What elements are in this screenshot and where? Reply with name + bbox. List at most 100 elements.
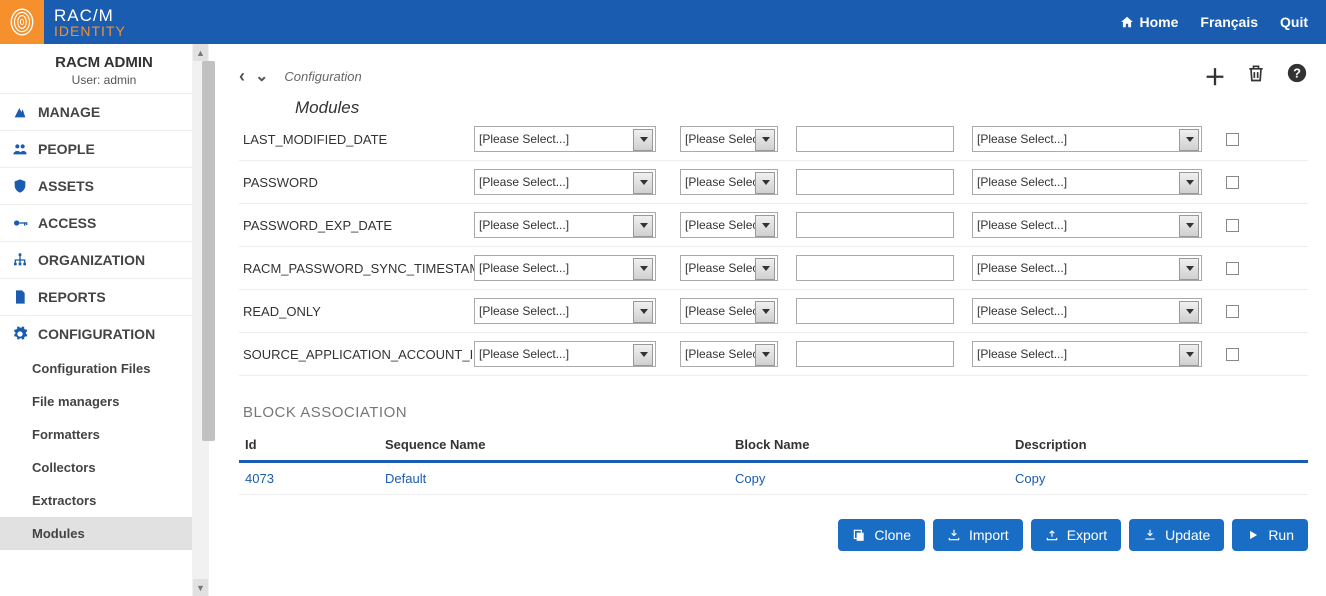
brand-text: RAC/M IDENTITY [54, 7, 126, 38]
attribute-checkbox[interactable] [1226, 176, 1239, 189]
svg-text:?: ? [1293, 66, 1301, 81]
sidebar-item-manage[interactable]: MANAGE [0, 93, 208, 130]
attribute-input[interactable] [796, 341, 954, 367]
trash-icon [1246, 62, 1266, 84]
attribute-select-3[interactable]: [Please Select...] [972, 126, 1202, 152]
attribute-checkbox[interactable] [1226, 262, 1239, 275]
sidebar-sub-collectors[interactable]: Collectors [0, 451, 208, 484]
export-icon [1045, 528, 1059, 542]
sidebar-scrollbar[interactable]: ▲ ▼ [192, 44, 209, 596]
block-association-table: Id Sequence Name Block Name Description … [239, 429, 1308, 495]
sidebar-item-organization[interactable]: ORGANIZATION [0, 241, 208, 278]
attribute-input[interactable] [796, 298, 954, 324]
attribute-select-2[interactable]: [Please Selec [680, 169, 778, 195]
attribute-checkbox[interactable] [1226, 305, 1239, 318]
clone-button[interactable]: Clone [838, 519, 925, 551]
reports-icon [12, 289, 28, 305]
manage-icon [12, 104, 28, 120]
attribute-select-1[interactable]: [Please Select...] [474, 212, 656, 238]
export-button[interactable]: Export [1031, 519, 1121, 551]
brand-top: RAC/M [54, 7, 126, 24]
attribute-input[interactable] [796, 212, 954, 238]
attribute-input[interactable] [796, 126, 954, 152]
attribute-label: PASSWORD_EXP_DATE [239, 218, 474, 233]
help-button[interactable]: ? [1286, 62, 1308, 90]
download-icon [1143, 528, 1157, 542]
run-button[interactable]: Run [1232, 519, 1308, 551]
brand-logo [0, 0, 44, 44]
attribute-select-2[interactable]: [Please Selec [680, 126, 778, 152]
sidebar-item-reports[interactable]: REPORTS [0, 278, 208, 315]
quit-link[interactable]: Quit [1280, 14, 1308, 30]
col-sequence-name: Sequence Name [379, 429, 729, 462]
attribute-row: LAST_MODIFIED_DATE[Please Select...][Ple… [239, 118, 1308, 161]
help-icon: ? [1286, 62, 1308, 84]
sidebar-item-configuration[interactable]: CONFIGURATION [0, 315, 208, 352]
attribute-label: SOURCE_APPLICATION_ACCOUNT_ID [239, 347, 474, 362]
top-header: RAC/M IDENTITY Home Français Quit [0, 0, 1326, 44]
attribute-checkbox[interactable] [1226, 219, 1239, 232]
row-seq-link[interactable]: Default [385, 471, 426, 486]
sidebar-sub-extractors[interactable]: Extractors [0, 484, 208, 517]
brand-bottom: IDENTITY [54, 24, 126, 38]
attribute-select-1[interactable]: [Please Select...] [474, 341, 656, 367]
organization-icon [12, 252, 28, 268]
attribute-select-2[interactable]: [Please Selec [680, 298, 778, 324]
attribute-select-2[interactable]: [Please Selec [680, 255, 778, 281]
table-row[interactable]: 4073 Default Copy Copy [239, 462, 1308, 495]
attribute-input[interactable] [796, 169, 954, 195]
row-id-link[interactable]: 4073 [245, 471, 274, 486]
attribute-select-1[interactable]: [Please Select...] [474, 169, 656, 195]
row-desc-link[interactable]: Copy [1015, 471, 1045, 486]
sidebar-sub-formatters[interactable]: Formatters [0, 418, 208, 451]
attribute-select-3[interactable]: [Please Select...] [972, 169, 1202, 195]
attribute-checkbox[interactable] [1226, 133, 1239, 146]
attribute-row: RACM_PASSWORD_SYNC_TIMESTAMP[Please Sele… [239, 247, 1308, 290]
sidebar-item-access[interactable]: ACCESS [0, 204, 208, 241]
back-icon[interactable]: ‹ [239, 66, 245, 87]
main-content: ‹ ⌄ Configuration ＋ ? Modules LAST_MODIF… [209, 44, 1326, 596]
home-icon [1120, 15, 1134, 29]
attribute-row: SOURCE_APPLICATION_ACCOUNT_ID[Please Sel… [239, 333, 1308, 376]
sidebar-item-assets[interactable]: ASSETS [0, 167, 208, 204]
attribute-label: RACM_PASSWORD_SYNC_TIMESTAMP [239, 261, 474, 276]
sidebar-sub-config-files[interactable]: Configuration Files [0, 352, 208, 385]
attribute-select-3[interactable]: [Please Select...] [972, 341, 1202, 367]
home-link[interactable]: Home [1120, 14, 1179, 30]
import-button[interactable]: Import [933, 519, 1023, 551]
update-button[interactable]: Update [1129, 519, 1224, 551]
gear-icon [12, 326, 28, 342]
attribute-label: PASSWORD [239, 175, 474, 190]
sidebar-item-people[interactable]: PEOPLE [0, 130, 208, 167]
current-user: User: admin [4, 73, 204, 87]
import-icon [947, 528, 961, 542]
attribute-select-2[interactable]: [Please Selec [680, 212, 778, 238]
attribute-select-1[interactable]: [Please Select...] [474, 255, 656, 281]
play-icon [1246, 528, 1260, 542]
breadcrumb: Configuration [284, 69, 361, 84]
attribute-label: LAST_MODIFIED_DATE [239, 132, 474, 147]
sidebar-sub-file-managers[interactable]: File managers [0, 385, 208, 418]
attribute-checkbox[interactable] [1226, 348, 1239, 361]
add-button[interactable]: ＋ [1204, 60, 1226, 92]
block-association-title: BLOCK ASSOCIATION [243, 404, 1308, 421]
language-link[interactable]: Français [1200, 14, 1258, 30]
sidebar-sub-modules[interactable]: Modules [0, 517, 208, 550]
attribute-select-3[interactable]: [Please Select...] [972, 298, 1202, 324]
attribute-select-1[interactable]: [Please Select...] [474, 126, 656, 152]
attribute-select-3[interactable]: [Please Select...] [972, 255, 1202, 281]
scroll-up-icon[interactable]: ▲ [193, 44, 208, 61]
attribute-row: PASSWORD[Please Select...][Please Selec[… [239, 161, 1308, 204]
delete-button[interactable] [1246, 62, 1266, 90]
assets-icon [12, 178, 28, 194]
chevron-down-icon[interactable]: ⌄ [255, 66, 268, 86]
scroll-thumb[interactable] [202, 61, 215, 441]
attribute-input[interactable] [796, 255, 954, 281]
attribute-select-2[interactable]: [Please Selec [680, 341, 778, 367]
attribute-select-3[interactable]: [Please Select...] [972, 212, 1202, 238]
scroll-down-icon[interactable]: ▼ [193, 579, 208, 596]
attribute-row: PASSWORD_EXP_DATE[Please Select...][Plea… [239, 204, 1308, 247]
clone-icon [852, 528, 866, 542]
row-block-link[interactable]: Copy [735, 471, 765, 486]
attribute-select-1[interactable]: [Please Select...] [474, 298, 656, 324]
